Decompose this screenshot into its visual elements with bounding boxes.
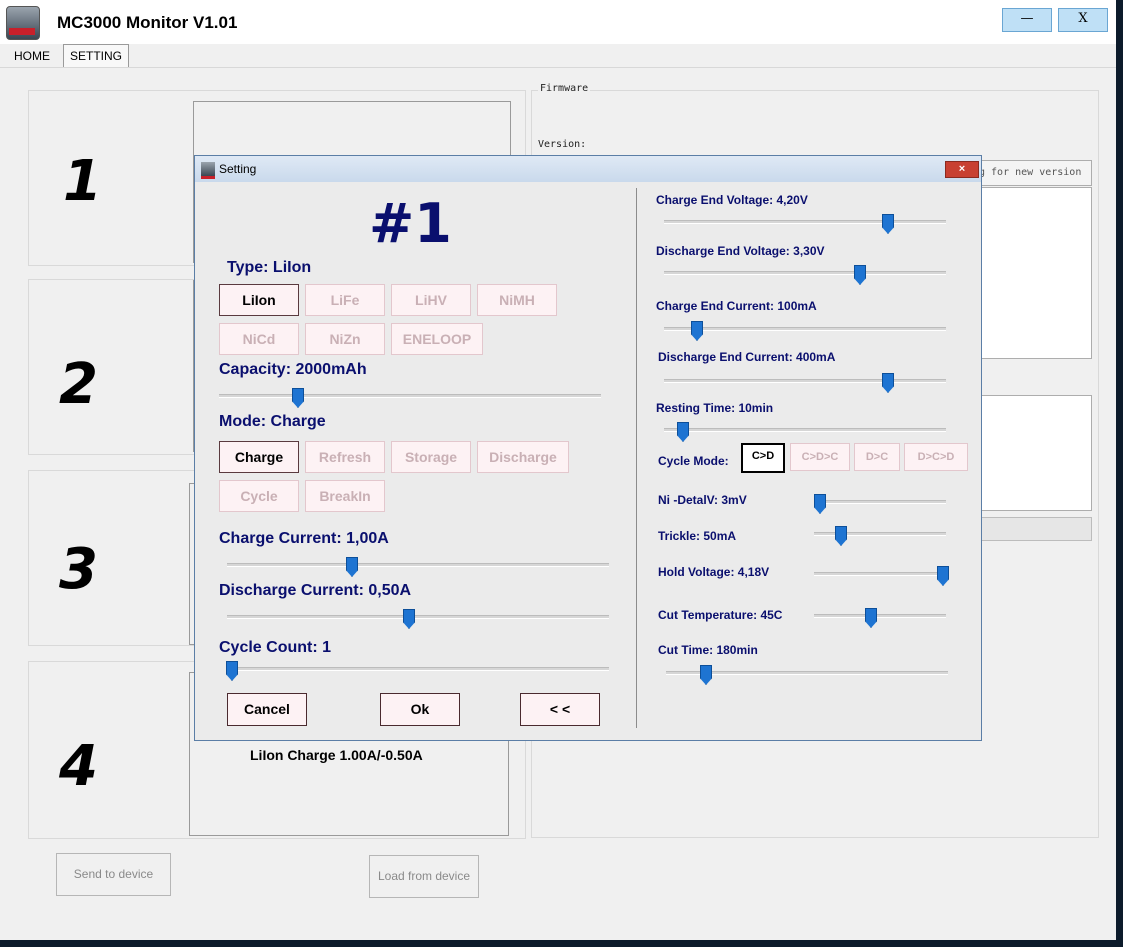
- cycle-mode-d-c-d-button[interactable]: D>C>D: [904, 443, 968, 471]
- cycle-count-slider-thumb[interactable]: [226, 661, 238, 681]
- type-nicd-button[interactable]: NiCd: [219, 323, 299, 355]
- send-to-device-button[interactable]: Send to device: [56, 853, 171, 896]
- discharge-current-slider-thumb[interactable]: [403, 609, 415, 629]
- hold-voltage-slider-thumb[interactable]: [937, 566, 949, 586]
- tab-setting[interactable]: SETTING: [63, 44, 130, 67]
- charge-current-slider-thumb[interactable]: [346, 557, 358, 577]
- cut-temperature-slider-thumb[interactable]: [865, 608, 877, 628]
- discharge-end-voltage-slider-track[interactable]: [664, 271, 946, 275]
- ni-delta-v-slider-thumb[interactable]: [814, 494, 826, 514]
- slot-heading: #1: [369, 192, 452, 255]
- capacity-slider-thumb[interactable]: [292, 388, 304, 408]
- capacity-slider-track[interactable]: [219, 394, 601, 398]
- cut-temperature-label: Cut Temperature: 45C: [658, 608, 783, 622]
- tab-home[interactable]: HOME: [8, 45, 56, 67]
- dialog-app-icon: [201, 162, 215, 179]
- mode-discharge-button[interactable]: Discharge: [477, 441, 569, 473]
- log-box: [972, 395, 1092, 511]
- cycle-mode-d-c-button[interactable]: D>C: [854, 443, 900, 471]
- cut-time-label: Cut Time: 180min: [658, 643, 758, 657]
- charge-end-voltage-label: Charge End Voltage: 4,20V: [656, 193, 808, 207]
- type-lihv-button[interactable]: LiHV: [391, 284, 471, 316]
- discharge-end-current-label: Discharge End Current: 400mA: [658, 350, 836, 364]
- check-version-button[interactable]: g for new version: [972, 160, 1092, 186]
- cycle-mode-c-d-button[interactable]: C>D: [741, 443, 785, 473]
- charge-current-slider-track[interactable]: [227, 563, 609, 567]
- slot-number: 2: [59, 352, 98, 417]
- load-from-device-button[interactable]: Load from device: [369, 855, 479, 898]
- discharge-end-current-slider-thumb[interactable]: [882, 373, 894, 393]
- close-button[interactable]: X: [1058, 8, 1108, 32]
- trickle-slider-thumb[interactable]: [835, 526, 847, 546]
- type-life-button[interactable]: LiFe: [305, 284, 385, 316]
- mode-label: Mode: Charge: [219, 413, 326, 430]
- firmware-legend: Firmware: [538, 83, 591, 94]
- setting-dialog: Setting × #1 Type: LiIon LiIon LiFe LiHV…: [194, 155, 982, 741]
- check-version-label: g for new version: [979, 167, 1082, 178]
- version-label: Version:: [538, 139, 587, 150]
- charge-end-current-slider-thumb[interactable]: [691, 321, 703, 341]
- charge-end-current-slider-track[interactable]: [664, 327, 946, 331]
- cycle-count-label: Cycle Count: 1: [219, 639, 332, 656]
- mode-charge-button[interactable]: Charge: [219, 441, 299, 473]
- charge-current-label: Charge Current: 1,00A: [219, 530, 389, 547]
- charge-end-voltage-slider-thumb[interactable]: [882, 214, 894, 234]
- type-nimh-button[interactable]: NiMH: [477, 284, 557, 316]
- trickle-label: Trickle: 50mA: [658, 529, 737, 543]
- resting-time-slider-thumb[interactable]: [677, 422, 689, 442]
- collapse-button[interactable]: < <: [520, 693, 600, 726]
- tab-divider: [0, 67, 1116, 68]
- minimize-button[interactable]: —: [1002, 8, 1052, 32]
- ok-button[interactable]: Ok: [380, 693, 460, 726]
- discharge-end-voltage-slider-thumb[interactable]: [854, 265, 866, 285]
- cycle-mode-c-d-c-button[interactable]: C>D>C: [790, 443, 850, 471]
- cycle-mode-label: Cycle Mode:: [658, 454, 729, 468]
- title-bar: MC3000 Monitor V1.01 — X: [0, 0, 1116, 44]
- discharge-current-slider-track[interactable]: [227, 615, 609, 619]
- resting-time-slider-track[interactable]: [664, 428, 946, 432]
- discharge-current-label: Discharge Current: 0,50A: [219, 582, 412, 599]
- cut-temperature-slider-track[interactable]: [814, 614, 946, 618]
- window-title: MC3000 Monitor V1.01: [57, 13, 238, 32]
- charge-end-voltage-slider-track[interactable]: [664, 220, 946, 224]
- type-liion-button[interactable]: LiIon: [219, 284, 299, 316]
- discharge-end-voltage-label: Discharge End Voltage: 3,30V: [656, 244, 825, 258]
- hold-voltage-slider-track[interactable]: [814, 572, 946, 576]
- dialog-title-bar: Setting ×: [195, 156, 981, 182]
- cut-time-slider-thumb[interactable]: [700, 665, 712, 685]
- type-eneloop-button[interactable]: ENELOOP: [391, 323, 483, 355]
- slot-number: 3: [59, 537, 98, 602]
- cancel-button[interactable]: Cancel: [227, 693, 307, 726]
- slot-number: 1: [63, 149, 102, 214]
- trickle-slider-track[interactable]: [814, 532, 946, 536]
- charge-end-current-label: Charge End Current: 100mA: [656, 299, 817, 313]
- app-logo-icon: [6, 6, 40, 40]
- type-nizn-button[interactable]: NiZn: [305, 323, 385, 355]
- hold-voltage-label: Hold Voltage: 4,18V: [658, 565, 770, 579]
- capacity-label: Capacity: 2000mAh: [219, 361, 367, 378]
- cycle-count-slider-track[interactable]: [227, 667, 609, 671]
- progress-bar: [972, 517, 1092, 541]
- slot-summary: LiIon Charge 1.00A/-0.50A: [250, 747, 423, 763]
- mode-storage-button[interactable]: Storage: [391, 441, 471, 473]
- mode-cycle-button[interactable]: Cycle: [219, 480, 299, 512]
- dialog-divider: [636, 188, 637, 728]
- resting-time-label: Resting Time: 10min: [656, 401, 774, 415]
- slot-number: 4: [59, 734, 98, 799]
- dialog-close-button[interactable]: ×: [945, 161, 979, 178]
- release-notes-box: [972, 187, 1092, 359]
- dialog-title: Setting: [219, 162, 257, 176]
- ni-delta-v-label: Ni -DetalV: 3mV: [658, 493, 747, 507]
- discharge-end-current-slider-track[interactable]: [664, 379, 946, 383]
- mode-refresh-button[interactable]: Refresh: [305, 441, 385, 473]
- mode-breakin-button[interactable]: BreakIn: [305, 480, 385, 512]
- type-label: Type: LiIon: [227, 259, 312, 276]
- ni-delta-v-slider-track[interactable]: [814, 500, 946, 504]
